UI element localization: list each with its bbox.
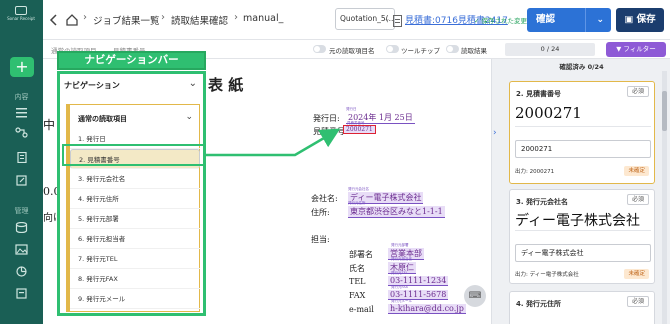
file-select[interactable]: Quotation_5(... ⌄	[335, 8, 395, 30]
dept-label: 部署名	[349, 250, 373, 259]
name-label: 氏名	[349, 264, 365, 273]
image-icon[interactable]	[15, 244, 28, 255]
rail-section-manage: 管理	[14, 207, 29, 215]
toggle-original-name-label: 元の読取項目名	[329, 47, 375, 55]
saved-status: ✓ 保存された変更	[474, 17, 528, 25]
toggle-original-name[interactable]	[313, 45, 326, 53]
person-label: 担当:	[311, 235, 330, 244]
nav-item-email[interactable]: 9. 発行元メール	[70, 289, 200, 309]
toggle-result[interactable]	[446, 45, 459, 53]
nav-header: ナビゲーション	[64, 81, 120, 90]
breadcrumb-separator-icon: ›	[83, 12, 87, 23]
output-label: 出力:	[515, 169, 528, 175]
email-value[interactable]: h-kihara@dd.co.jp	[388, 304, 466, 314]
doc-title: 表 紙	[208, 76, 244, 94]
flow-icon[interactable]	[15, 127, 28, 138]
card-divider	[515, 126, 651, 127]
box-icon[interactable]	[15, 288, 28, 299]
card-divider	[515, 230, 651, 231]
logo-text: Sonar Receipt	[7, 16, 35, 21]
output-label: 出力:	[515, 272, 528, 278]
toggle-result-label: 読取結果	[461, 47, 487, 55]
nav-item-fax[interactable]: 8. 発行元FAX	[70, 269, 200, 289]
address-value[interactable]: 東京都渋谷区みなと1-1-1	[348, 206, 445, 218]
breadcrumb-manual[interactable]: manual_	[243, 13, 283, 24]
breadcrumb-review[interactable]: 読取結果確認	[171, 13, 228, 27]
required-badge: 必須	[626, 194, 649, 205]
nav-item-company[interactable]: 3. 発行元会社名	[70, 169, 200, 189]
selected-item-highlight	[62, 144, 206, 166]
edit-icon[interactable]	[15, 175, 28, 186]
card-ocr-text: 2000271	[515, 104, 582, 122]
output-value: ディー電子株式会社	[529, 272, 579, 278]
add-button[interactable]: +	[10, 57, 34, 77]
nav-item-person[interactable]: 6. 発行元担当者	[70, 229, 200, 249]
list-icon[interactable]	[15, 107, 28, 118]
card-ocr-text: ディー電子株式会社	[515, 213, 641, 229]
toggle-tooltip[interactable]	[386, 45, 399, 53]
unconfirmed-badge: 未確定	[624, 269, 649, 279]
toggle-tooltip-label: ツールチップ	[401, 47, 440, 55]
output-value: 2000271	[529, 169, 555, 175]
result-card-estimate-number[interactable]: 2. 見積書番号 必須 2000271 2000271 出力: 2000271 …	[509, 81, 655, 184]
chart-icon[interactable]	[15, 266, 28, 277]
result-card-company[interactable]: 3. 発行元会社名 必須 ディー電子株式会社 ディー電子株式会社 出力: ディー…	[509, 189, 655, 284]
progress-counter: 0 / 24	[505, 43, 595, 56]
navigation-panel: ナビゲーション ⌄ 通常の読取項目 ⌄ 1. 発行日 2. 見積書番号 3. 発…	[57, 71, 206, 316]
database-icon[interactable]	[15, 222, 28, 233]
breadcrumb-separator-icon: ›	[161, 12, 165, 23]
chevron-down-icon[interactable]: ⌄	[189, 78, 197, 89]
breadcrumb-separator-icon: ›	[234, 12, 238, 23]
card-title: 2. 見積書番号	[516, 90, 561, 98]
save-label: 保存	[636, 14, 656, 25]
nav-overlay-title: ナビゲーションバー	[57, 51, 206, 70]
results-scrollbar[interactable]	[662, 71, 667, 324]
nav-item-tel[interactable]: 7. 発行元TEL	[70, 249, 200, 269]
nav-group-header[interactable]: 通常の読取項目	[78, 114, 127, 124]
top-bar: › ジョブ結果一覧 › 読取結果確認 › manual_ Quotation_5…	[43, 0, 670, 40]
issue-date-label: 発行日:	[313, 114, 340, 123]
nav-group: 通常の読取項目 ⌄ 1. 発行日 2. 見積書番号 3. 発行元会社名 4. 発…	[66, 104, 200, 312]
home-icon[interactable]	[65, 12, 79, 31]
confirm-button[interactable]: 確認 ⌄	[527, 8, 611, 32]
app-logo[interactable]: Sonar Receipt	[3, 6, 39, 28]
chevron-down-icon: ⌄	[384, 15, 390, 23]
card-value-input[interactable]: ディー電子株式会社	[515, 244, 651, 262]
confirmed-count: 確認済み 0/24	[559, 63, 604, 71]
results-pane: 確認済み 0/24 2. 見積書番号 必須 2000271 2000271 出力…	[491, 59, 670, 324]
nav-item-address[interactable]: 4. 発行元住所	[70, 189, 200, 209]
app-root: Sonar Receipt + 内容 管理 › ジョブ結果一覧 › 読取結果確認…	[0, 0, 670, 324]
chevron-down-icon[interactable]: ⌄	[185, 112, 193, 122]
required-badge: 必須	[626, 296, 649, 307]
company-label: 会社名:	[311, 194, 338, 203]
unconfirmed-badge: 未確定	[624, 166, 649, 176]
tel-label: TEL	[349, 277, 366, 286]
card-title: 4. 発行元住所	[516, 300, 561, 308]
email-label: e-mail	[349, 305, 374, 314]
result-card-address[interactable]: 4. 発行元住所 必須	[509, 291, 655, 324]
collapse-chevron-icon[interactable]: ›	[493, 128, 501, 144]
filter-button[interactable]: ▼ フィルター	[606, 42, 666, 57]
breadcrumb-job-list[interactable]: ジョブ結果一覧	[93, 13, 160, 27]
save-button[interactable]: ▣ 保存	[616, 8, 664, 32]
back-icon[interactable]	[49, 12, 59, 31]
card-title: 3. 発行元会社名	[516, 198, 568, 206]
rail-section-content: 内容	[14, 93, 29, 101]
document-icon[interactable]	[15, 152, 28, 163]
left-rail: Sonar Receipt + 内容 管理	[0, 0, 43, 324]
scrollbar-thumb[interactable]	[662, 91, 667, 131]
card-value-input[interactable]: 2000271	[515, 140, 651, 158]
chevron-down-icon[interactable]: ⌄	[596, 8, 604, 32]
nav-item-department[interactable]: 5. 発行元部署	[70, 209, 200, 229]
address-label: 住所:	[311, 208, 330, 217]
doc-left-text-1: 中	[43, 118, 56, 132]
confirm-label: 確認	[536, 14, 556, 25]
keyboard-icon[interactable]: ⌨	[464, 285, 486, 307]
fax-label: FAX	[349, 291, 366, 300]
estimate-number-value[interactable]: 2000271	[343, 125, 376, 134]
save-icon: ▣	[624, 14, 637, 25]
file-icon	[393, 12, 402, 31]
required-badge: 必須	[626, 86, 649, 97]
